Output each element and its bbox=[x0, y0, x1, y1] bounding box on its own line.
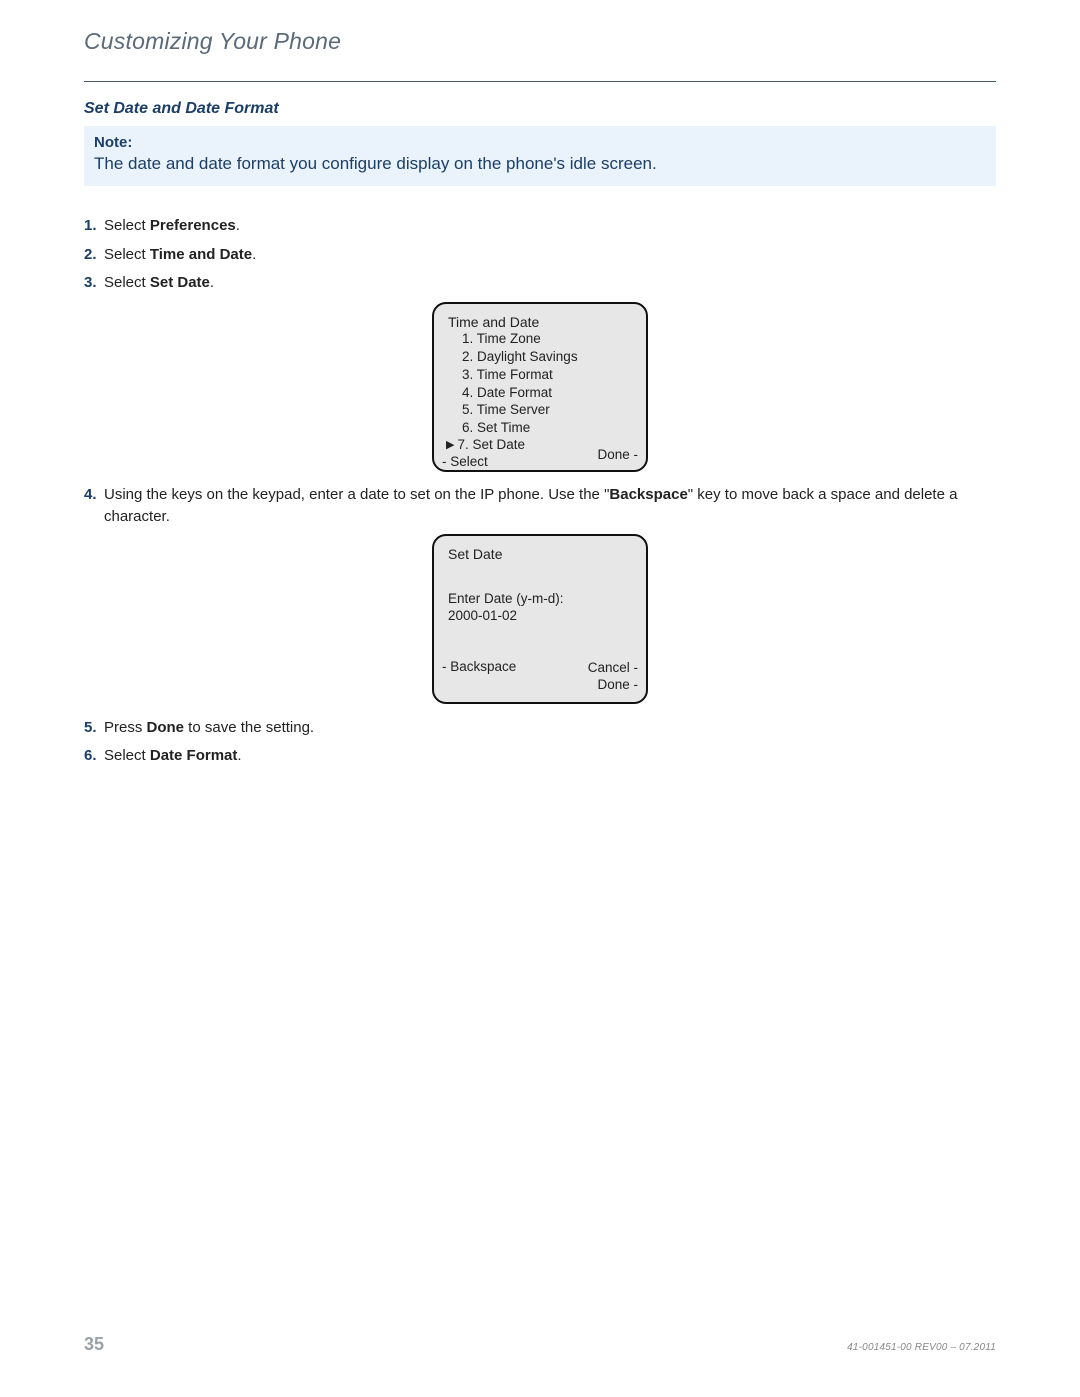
screen-title: Set Date bbox=[448, 546, 636, 562]
step-suffix: to save the setting. bbox=[184, 719, 314, 736]
step-bold: Backspace bbox=[609, 486, 687, 503]
step-text: Select bbox=[104, 246, 150, 263]
date-prompt: Enter Date (y-m-d): 2000-01-02 bbox=[448, 590, 636, 625]
menu-item-time-format: Time Format bbox=[462, 366, 636, 384]
note-box: Note: The date and date format you confi… bbox=[84, 126, 996, 186]
menu-item-time-server: Time Server bbox=[462, 401, 636, 419]
prompt-label: Enter Date (y-m-d): bbox=[448, 590, 636, 608]
menu-item-set-date: 7. Set Date bbox=[457, 437, 525, 452]
steps-list-cont: 4. Using the keys on the keypad, enter a… bbox=[84, 484, 996, 528]
menu-item-set-time: Set Time bbox=[462, 419, 636, 437]
softkey-done: Done - bbox=[588, 676, 638, 694]
step-5: 5. Press Done to save the setting. bbox=[84, 716, 996, 741]
menu-item-time-zone: Time Zone bbox=[462, 330, 636, 348]
step-1: 1. Select Preferences. bbox=[84, 214, 996, 239]
softkey-cancel: Cancel - bbox=[588, 659, 638, 677]
softkey-done: Done - bbox=[597, 447, 638, 462]
step-suffix: . bbox=[210, 274, 214, 291]
step-suffix: . bbox=[237, 747, 241, 764]
step-number: 4. bbox=[84, 484, 97, 506]
step-number: 2. bbox=[84, 243, 97, 268]
screen-menu-list: Time Zone Daylight Savings Time Format D… bbox=[448, 330, 636, 437]
section-heading: Set Date and Date Format bbox=[84, 100, 996, 118]
step-6: 6. Select Date Format. bbox=[84, 744, 996, 769]
softkeys-right: Cancel - Done - bbox=[588, 659, 638, 694]
note-body: The date and date format you configure d… bbox=[94, 153, 986, 176]
menu-item-date-format: Date Format bbox=[462, 384, 636, 402]
step-text: Select bbox=[104, 274, 150, 291]
step-text: Using the keys on the keypad, enter a da… bbox=[104, 486, 604, 503]
phone-screen-set-date: Set Date Enter Date (y-m-d): 2000-01-02 … bbox=[432, 534, 648, 704]
step-text: Select bbox=[104, 747, 150, 764]
step-2: 2. Select Time and Date. bbox=[84, 243, 996, 268]
step-bold: Preferences bbox=[150, 217, 236, 234]
phone-screen-time-and-date: Time and Date Time Zone Daylight Savings… bbox=[432, 302, 648, 472]
chapter-title: Customizing Your Phone bbox=[84, 28, 996, 55]
page-number: 35 bbox=[84, 1334, 104, 1355]
step-4: 4. Using the keys on the keypad, enter a… bbox=[84, 484, 996, 528]
step-bold: Time and Date bbox=[150, 246, 252, 263]
step-number: 1. bbox=[84, 214, 97, 239]
date-value: 2000-01-02 bbox=[448, 607, 636, 625]
page-footer: 35 41-001451-00 REV00 – 07.2011 bbox=[84, 1334, 996, 1355]
divider bbox=[84, 81, 996, 82]
menu-item-label: Set Date bbox=[472, 437, 525, 452]
screen-title: Time and Date bbox=[448, 314, 636, 330]
step-number: 3. bbox=[84, 271, 97, 296]
step-bold: Done bbox=[147, 719, 185, 736]
step-text: Press bbox=[104, 719, 147, 736]
step-text: Select bbox=[104, 217, 150, 234]
step-suffix: . bbox=[236, 217, 240, 234]
step-bold: Date Format bbox=[150, 747, 238, 764]
step-suffix: . bbox=[252, 246, 256, 263]
step-number: 5. bbox=[84, 716, 97, 741]
document-id: 41-001451-00 REV00 – 07.2011 bbox=[847, 1342, 996, 1353]
step-number: 6. bbox=[84, 744, 97, 769]
pointer-icon: ▶ bbox=[446, 438, 454, 451]
step-bold: Set Date bbox=[150, 274, 210, 291]
menu-item-daylight-savings: Daylight Savings bbox=[462, 348, 636, 366]
step-3: 3. Select Set Date. bbox=[84, 271, 996, 296]
steps-list-cont2: 5. Press Done to save the setting. 6. Se… bbox=[84, 716, 996, 770]
softkey-backspace: - Backspace bbox=[442, 659, 516, 674]
steps-list: 1. Select Preferences. 2. Select Time an… bbox=[84, 214, 996, 296]
note-label: Note: bbox=[94, 134, 986, 151]
